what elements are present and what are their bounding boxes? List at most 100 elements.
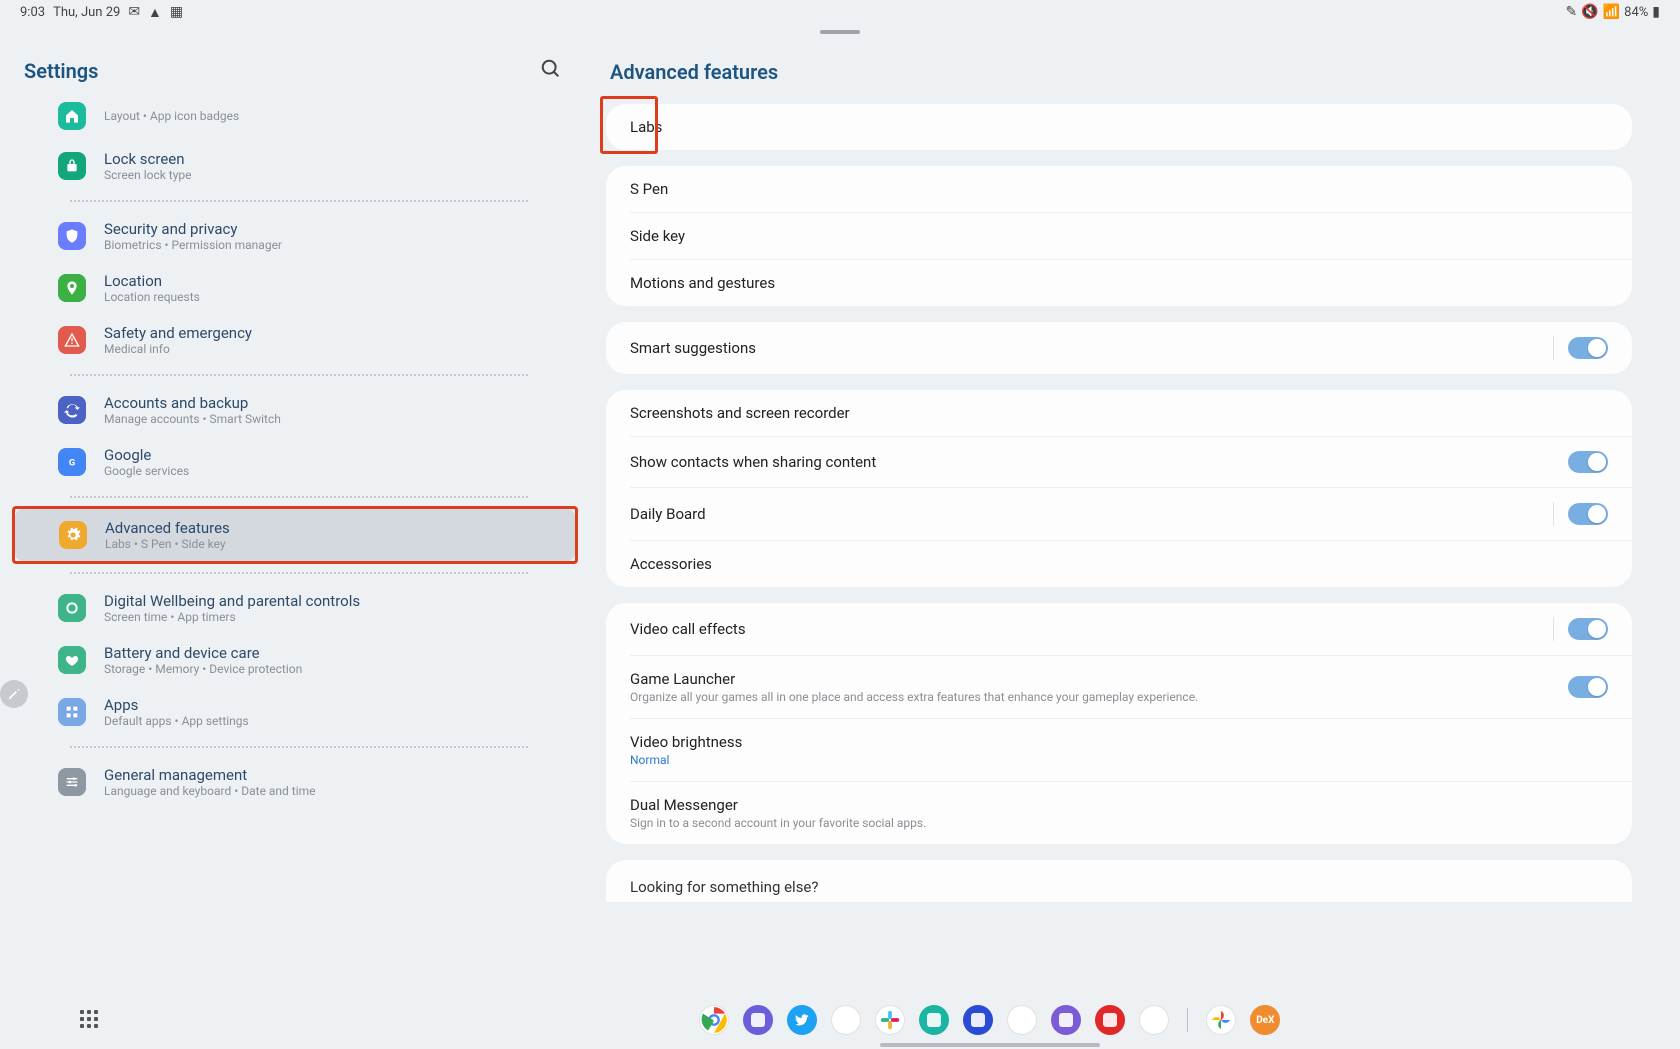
taskbar-slack-icon[interactable]: [875, 1005, 905, 1035]
sidebar-item-homescreen[interactable]: Layout • App icon badges: [14, 92, 576, 140]
taskbar-dex-icon[interactable]: DeX: [1250, 1005, 1280, 1035]
settings-row-side-key[interactable]: Side key: [630, 212, 1632, 259]
taskbar-twitter-icon[interactable]: [787, 1005, 817, 1035]
sidebar-item-sub: Labs • S Pen • Side key: [105, 537, 230, 551]
settings-card: Video call effectsGame LauncherOrganize …: [606, 603, 1632, 844]
taskbar-photos-icon[interactable]: [1206, 1005, 1236, 1035]
settings-row-s-pen[interactable]: S Pen: [606, 166, 1632, 212]
sidebar-item-wellbeing[interactable]: Digital Wellbeing and parental controlsS…: [14, 582, 576, 634]
lock-icon: [58, 152, 86, 180]
svg-text:G: G: [69, 457, 75, 468]
toggle-switch[interactable]: [1568, 618, 1608, 640]
sidebar-item-title: Advanced features: [105, 519, 230, 537]
sliders-icon: [58, 768, 86, 796]
app-drawer-button[interactable]: [80, 1010, 100, 1030]
settings-row-daily-board[interactable]: Daily Board: [630, 487, 1632, 540]
settings-row-game-launcher[interactable]: Game LauncherOrganize all your games all…: [630, 655, 1632, 718]
row-sub: Sign in to a second account in your favo…: [630, 816, 1608, 830]
mute-icon: 🔇: [1581, 4, 1598, 20]
row-title: Labs: [630, 118, 1608, 136]
sidebar-item-general[interactable]: General managementLanguage and keyboard …: [14, 756, 576, 808]
gallery-icon: ▦: [170, 4, 183, 20]
taskbar-samsung-internet-icon[interactable]: [743, 1005, 773, 1035]
sidebar-item-title: Location: [104, 272, 200, 290]
taskbar-flipboard-icon[interactable]: [1095, 1005, 1125, 1035]
search-icon: [540, 58, 562, 80]
pencil-icon: [7, 687, 21, 701]
sidebar-item-title: Digital Wellbeing and parental controls: [104, 592, 360, 610]
toggle-separator: [1553, 502, 1554, 526]
settings-row-smart-suggestions[interactable]: Smart suggestions: [606, 322, 1632, 374]
care-icon: [58, 646, 86, 674]
taskbar-indicator: [880, 1043, 1100, 1047]
taskbar-divider: [1187, 1008, 1188, 1032]
settings-row-motions-and-gestures[interactable]: Motions and gestures: [630, 259, 1632, 306]
sidebar-item-apps[interactable]: AppsDefault apps • App settings: [14, 686, 576, 738]
search-button[interactable]: [540, 58, 566, 84]
sidebar-item-title: Apps: [104, 696, 249, 714]
settings-card: Smart suggestions: [606, 322, 1632, 374]
sidebar-item-safety[interactable]: Safety and emergencyMedical info: [14, 314, 576, 366]
sidebar-item-battery[interactable]: Battery and device careStorage • Memory …: [14, 634, 576, 686]
taskbar: DeX: [0, 1005, 1680, 1035]
row-title: S Pen: [630, 180, 1608, 198]
settings-sidebar: Settings Layout • App icon badges Lock sc…: [0, 40, 590, 1049]
row-sub: Normal: [630, 753, 1608, 767]
settings-row-screenshots-and-screen-recorder[interactable]: Screenshots and screen recorder: [606, 390, 1632, 436]
sidebar-item-advanced[interactable]: Advanced featuresLabs • S Pen • Side key: [15, 509, 575, 561]
taskbar-messages-icon[interactable]: [1139, 1005, 1169, 1035]
taskbar-obsidian-icon[interactable]: [1051, 1005, 1081, 1035]
sidebar-item-sub: Default apps • App settings: [104, 714, 249, 728]
settings-row-dual-messenger[interactable]: Dual MessengerSign in to a second accoun…: [630, 781, 1632, 844]
detail-pane: Advanced features LabsS PenSide keyMotio…: [590, 40, 1680, 1049]
settings-card: Screenshots and screen recorderShow cont…: [606, 390, 1632, 587]
sidebar-item-sub: Medical info: [104, 342, 252, 356]
sidebar-item-title: Safety and emergency: [104, 324, 252, 342]
sidebar-item-accounts[interactable]: Accounts and backupManage accounts • Sma…: [14, 384, 576, 436]
sidebar-item-title: Battery and device care: [104, 644, 302, 662]
row-title: Smart suggestions: [630, 339, 1539, 357]
pen-icon: ✎: [1566, 4, 1578, 20]
sidebar-item-sub: Screen lock type: [104, 168, 192, 182]
toggle-separator: [1553, 336, 1554, 360]
settings-row-show-contacts-when-sharing-content[interactable]: Show contacts when sharing content: [630, 436, 1632, 487]
toggle-switch[interactable]: [1568, 503, 1608, 525]
taskbar-send-icon[interactable]: [963, 1005, 993, 1035]
sync-icon: [58, 396, 86, 424]
taskbar-authenticator-icon[interactable]: [831, 1005, 861, 1035]
looking-for-card[interactable]: Looking for something else?: [606, 860, 1632, 902]
settings-row-video-call-effects[interactable]: Video call effects: [606, 603, 1632, 655]
sidebar-item-sub: Storage • Memory • Device protection: [104, 662, 302, 676]
status-time: 9:03: [20, 5, 45, 20]
battery-text: 84%: [1624, 5, 1648, 20]
toggle-switch[interactable]: [1568, 337, 1608, 359]
row-title: Accessories: [630, 555, 1608, 573]
toggle-separator: [1553, 617, 1554, 641]
toggle-switch[interactable]: [1568, 676, 1608, 698]
settings-row-accessories[interactable]: Accessories: [630, 540, 1632, 587]
row-title: Video brightness: [630, 733, 1608, 751]
sidebar-item-lockscreen[interactable]: Lock screenScreen lock type: [14, 140, 576, 192]
home-icon: [58, 102, 86, 130]
sidebar-item-google[interactable]: GGoogleGoogle services: [14, 436, 576, 488]
status-date: Thu, Jun 29: [53, 5, 120, 20]
sidebar-item-location[interactable]: LocationLocation requests: [14, 262, 576, 314]
sidebar-item-security[interactable]: Security and privacyBiometrics • Permiss…: [14, 210, 576, 262]
taskbar-wave-icon[interactable]: [919, 1005, 949, 1035]
sidebar-item-sub: Biometrics • Permission manager: [104, 238, 282, 252]
sidebar-item-title: General management: [104, 766, 316, 784]
settings-row-video-brightness[interactable]: Video brightness Normal: [630, 718, 1632, 781]
drag-handle[interactable]: [820, 30, 860, 34]
grid-icon: [58, 698, 86, 726]
pin-icon: [58, 274, 86, 302]
sidebar-item-sub: Layout • App icon badges: [104, 109, 239, 123]
settings-row-labs[interactable]: Labs: [606, 104, 1632, 150]
toggle-switch[interactable]: [1568, 451, 1608, 473]
edit-fab[interactable]: [0, 680, 28, 708]
alert-icon: [58, 326, 86, 354]
battery-icon: ▮: [1652, 4, 1660, 20]
settings-title: Settings: [24, 59, 98, 83]
taskbar-notion-icon[interactable]: [1007, 1005, 1037, 1035]
taskbar-chrome-icon[interactable]: [699, 1005, 729, 1035]
row-title: Game Launcher: [630, 670, 1568, 688]
